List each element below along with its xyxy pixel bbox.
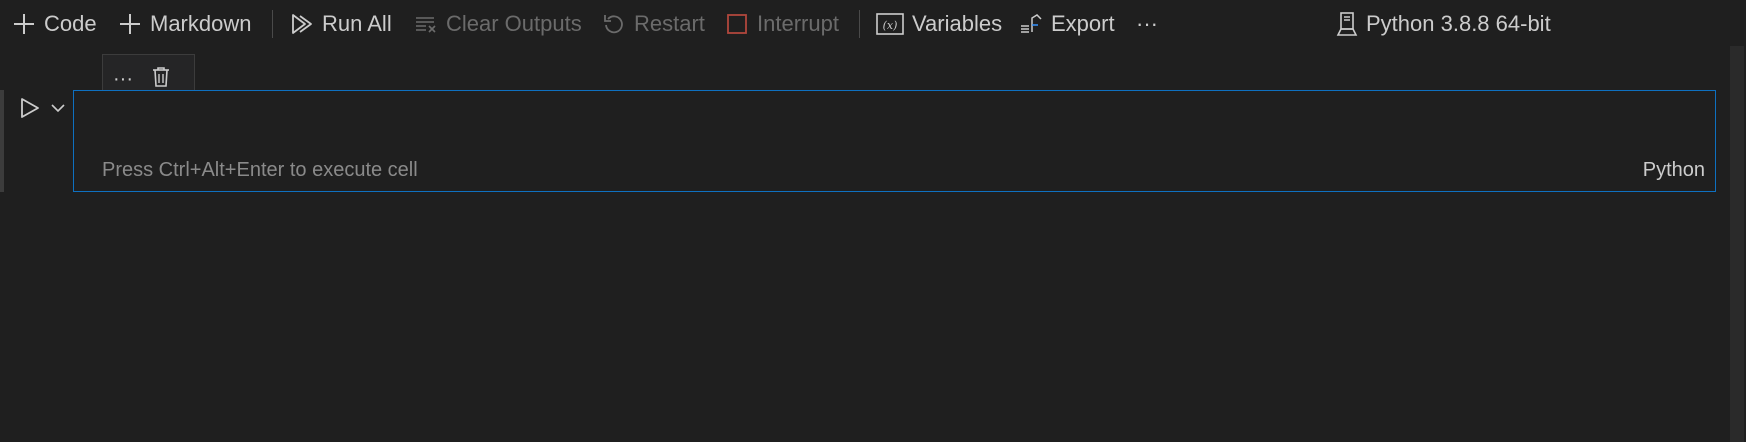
variables-label: Variables bbox=[912, 11, 1003, 36]
stop-icon bbox=[725, 12, 749, 36]
interrupt-button[interactable]: Interrupt bbox=[725, 6, 839, 42]
delete-cell-button[interactable] bbox=[147, 65, 175, 93]
notebook-editor: Code Markdown Run All Clear Outputs Rest… bbox=[0, 0, 1746, 442]
add-code-cell-button[interactable]: Code bbox=[12, 6, 97, 42]
svg-text:(x): (x) bbox=[883, 19, 898, 32]
server-environment-icon bbox=[1336, 11, 1358, 37]
kernel-label: Python 3.8.8 64-bit bbox=[1366, 11, 1551, 36]
variables-button[interactable]: (x) Variables bbox=[876, 6, 1002, 42]
run-options-button[interactable] bbox=[48, 100, 68, 120]
run-all-button[interactable]: Run All bbox=[290, 6, 392, 42]
restart-label: Restart bbox=[634, 11, 705, 36]
restart-button[interactable]: Restart bbox=[602, 6, 705, 42]
toolbar-divider bbox=[859, 10, 860, 38]
restart-icon bbox=[602, 12, 626, 36]
vertical-scrollbar[interactable] bbox=[1730, 46, 1744, 442]
kernel-picker[interactable]: Python 3.8.8 64-bit bbox=[1336, 6, 1551, 42]
cell-focus-indicator bbox=[0, 90, 4, 192]
toolbar-divider bbox=[272, 10, 273, 38]
clear-outputs-label: Clear Outputs bbox=[446, 11, 582, 36]
more-icon: ··· bbox=[1136, 11, 1158, 36]
run-all-icon bbox=[290, 12, 314, 36]
add-markdown-cell-button[interactable]: Markdown bbox=[118, 6, 251, 42]
clear-outputs-button[interactable]: Clear Outputs bbox=[414, 6, 582, 42]
export-label: Export bbox=[1051, 11, 1115, 36]
interrupt-label: Interrupt bbox=[757, 11, 839, 36]
add-markdown-label: Markdown bbox=[150, 11, 252, 36]
play-icon bbox=[19, 96, 41, 125]
plus-icon bbox=[12, 12, 36, 36]
run-all-label: Run All bbox=[322, 11, 392, 36]
variables-icon: (x) bbox=[876, 12, 904, 36]
clear-all-icon bbox=[414, 12, 438, 36]
export-button[interactable]: Export bbox=[1019, 6, 1115, 42]
chevron-down-icon bbox=[50, 101, 66, 119]
notebook-toolbar: Code Markdown Run All Clear Outputs Rest… bbox=[0, 0, 1746, 48]
cell-language-picker[interactable]: Python bbox=[1643, 159, 1705, 182]
run-cell-button[interactable] bbox=[16, 96, 44, 124]
code-cell-editor[interactable]: Press Ctrl+Alt+Enter to execute cell Pyt… bbox=[73, 90, 1716, 192]
cell-placeholder: Press Ctrl+Alt+Enter to execute cell bbox=[102, 159, 418, 181]
plus-icon bbox=[118, 12, 142, 36]
more-actions-button[interactable]: ··· bbox=[1136, 6, 1158, 42]
cell-more-button[interactable]: ··· bbox=[109, 65, 137, 93]
more-icon: ··· bbox=[113, 67, 133, 90]
add-code-label: Code bbox=[44, 11, 97, 36]
export-icon bbox=[1019, 12, 1043, 36]
